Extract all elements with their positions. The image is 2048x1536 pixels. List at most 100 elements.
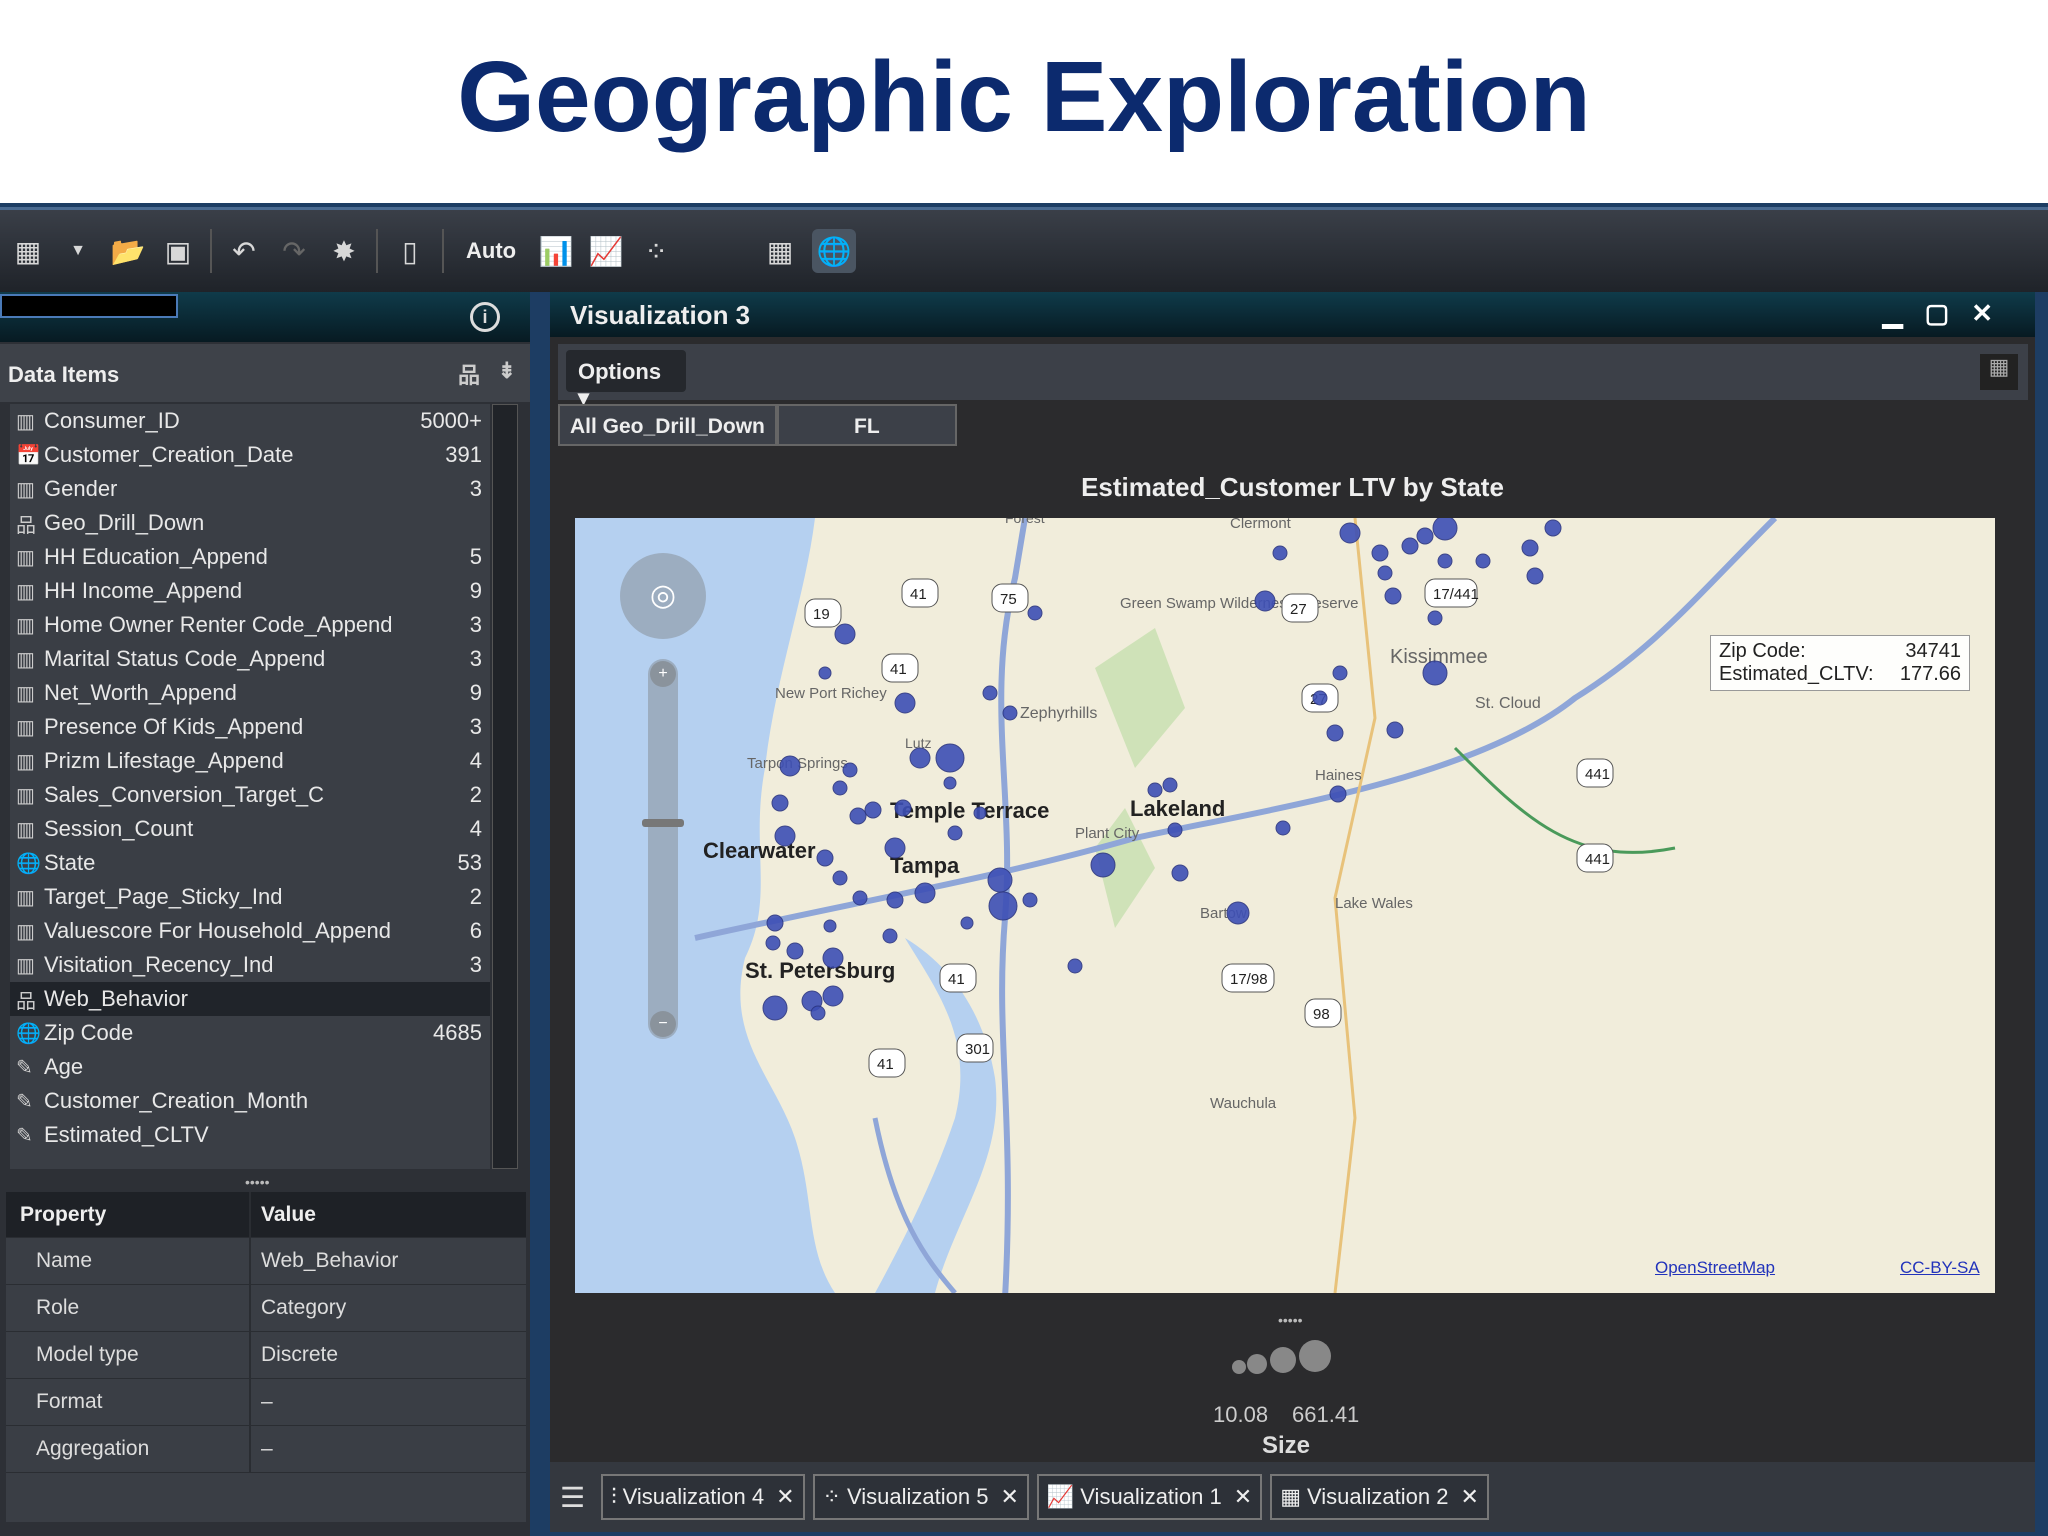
data-item[interactable]: ▥ HH Income_Append 9	[10, 574, 490, 608]
data-item[interactable]: ✎ Customer_Creation_Month	[10, 1084, 490, 1118]
tabs-menu-icon[interactable]: ☰	[560, 1481, 585, 1514]
data-bubble[interactable]	[810, 1005, 826, 1021]
data-bubble[interactable]	[762, 995, 788, 1021]
visualization-tab[interactable]: ⁘ Visualization 5 ✕	[812, 1474, 1029, 1520]
data-bubble[interactable]	[1162, 777, 1178, 793]
data-bubble[interactable]	[1427, 610, 1443, 626]
data-item[interactable]: ▥ Gender 3	[10, 472, 490, 506]
data-item[interactable]: ✎ Age	[10, 1050, 490, 1084]
data-bubble[interactable]	[935, 743, 965, 773]
auto-button[interactable]: Auto	[458, 238, 524, 264]
data-bubble[interactable]	[842, 762, 858, 778]
data-item[interactable]: ▥ Home Owner Renter Code_Append 3	[10, 608, 490, 642]
close-tab-icon[interactable]: ✕	[776, 1484, 794, 1510]
data-item[interactable]: 📅 Customer_Creation_Date 391	[10, 438, 490, 472]
data-bubble[interactable]	[818, 666, 832, 680]
data-item[interactable]: ▥ Marital Status Code_Append 3	[10, 642, 490, 676]
data-bubble[interactable]	[1422, 660, 1448, 686]
data-bubble[interactable]	[834, 623, 856, 645]
data-bubble[interactable]	[849, 807, 867, 825]
open-folder-icon[interactable]: 📂	[110, 233, 146, 269]
map[interactable]: Clearwater Tampa Temple Terrace Lakeland St.…	[575, 518, 1995, 1293]
data-item[interactable]: ▥ HH Education_Append 5	[10, 540, 490, 574]
data-bubble[interactable]	[973, 806, 987, 820]
data-item[interactable]: 🌐 State 53	[10, 846, 490, 880]
zoom-slider-handle[interactable]	[642, 819, 684, 827]
data-bubble[interactable]	[1377, 565, 1393, 581]
property-row[interactable]: Role Category	[6, 1285, 526, 1332]
license-link[interactable]: CC-BY-SA	[1900, 1258, 1980, 1278]
options-button[interactable]: Options ▾	[566, 350, 686, 410]
resize-grip[interactable]: •••••	[245, 1174, 270, 1190]
data-bubble[interactable]	[766, 914, 784, 932]
data-bubble[interactable]	[909, 747, 931, 769]
data-bubble[interactable]	[1384, 587, 1402, 605]
data-item[interactable]: 🌐 Zip Code 4685	[10, 1016, 490, 1050]
scatter-plot-icon[interactable]: ⁘	[638, 233, 674, 269]
data-item[interactable]: ▥ Net_Worth_Append 9	[10, 676, 490, 710]
breadcrumb-all-geo[interactable]: All Geo_Drill_Down	[558, 404, 777, 446]
data-bubble[interactable]	[960, 916, 974, 930]
data-item[interactable]: 品 Geo_Drill_Down	[10, 506, 490, 540]
data-bubble[interactable]	[765, 935, 781, 951]
openstreetmap-link[interactable]: OpenStreetMap	[1655, 1258, 1775, 1278]
data-item[interactable]: ▥ Sales_Conversion_Target_C 2	[10, 778, 490, 812]
data-bubble[interactable]	[1544, 519, 1562, 537]
data-item[interactable]: ▥ Prizm Lifestage_Append 4	[10, 744, 490, 778]
visualization-tab[interactable]: ⫶ Visualization 4 ✕	[601, 1474, 805, 1520]
close-tab-icon[interactable]: ✕	[1460, 1484, 1478, 1510]
property-row[interactable]: Aggregation –	[6, 1426, 526, 1473]
data-item[interactable]: ▥ Visitation_Recency_Ind 3	[10, 948, 490, 982]
data-bubble[interactable]	[987, 867, 1013, 893]
grid-view-icon[interactable]: ▦	[1980, 354, 2018, 390]
data-bubble[interactable]	[1401, 537, 1419, 555]
data-bubble[interactable]	[943, 776, 957, 790]
data-bubble[interactable]	[1371, 544, 1389, 562]
line-chart-icon[interactable]: 📈	[588, 233, 624, 269]
close-icon[interactable]: ✕	[1971, 298, 2015, 328]
data-item[interactable]: ▥ Presence Of Kids_Append 3	[10, 710, 490, 744]
data-item[interactable]: ▥ Consumer_ID 5000+	[10, 404, 490, 438]
save-icon[interactable]: ▣	[160, 233, 196, 269]
data-bubble[interactable]	[1332, 665, 1348, 681]
data-bubble[interactable]	[832, 870, 848, 886]
info-icon[interactable]: i	[470, 302, 500, 332]
data-bubble[interactable]	[816, 849, 834, 867]
pan-control-icon[interactable]: ◎	[620, 553, 706, 639]
data-bubble[interactable]	[1272, 545, 1288, 561]
data-bubble[interactable]	[1022, 892, 1038, 908]
data-bubble[interactable]	[1326, 724, 1344, 742]
settings-icon[interactable]: ✸	[326, 233, 362, 269]
data-bubble[interactable]	[786, 942, 804, 960]
data-bubble[interactable]	[1002, 705, 1018, 721]
data-bubble[interactable]	[1432, 518, 1458, 541]
data-item[interactable]: ▥ Session_Count 4	[10, 812, 490, 846]
data-bubble[interactable]	[982, 685, 998, 701]
data-item[interactable]: 品 Web_Behavior	[10, 982, 490, 1016]
geo-map-icon[interactable]: 🌐	[812, 229, 857, 273]
filter-menu-icon[interactable]: ⇟	[498, 358, 516, 384]
data-bubble[interactable]	[886, 891, 904, 909]
data-bubble[interactable]	[1329, 785, 1347, 803]
data-bubble[interactable]	[1090, 852, 1116, 878]
data-bubble[interactable]	[1167, 822, 1183, 838]
data-bubble[interactable]	[1475, 553, 1491, 569]
data-bubble[interactable]	[832, 780, 848, 796]
close-tab-icon[interactable]: ✕	[1234, 1484, 1252, 1510]
data-bubble[interactable]	[852, 890, 868, 906]
data-bubble[interactable]	[988, 891, 1018, 921]
data-bubble[interactable]	[822, 985, 844, 1007]
data-bubble[interactable]	[774, 825, 796, 847]
data-item[interactable]: ▥ Target_Page_Sticky_Ind 2	[10, 880, 490, 914]
new-menu-icon[interactable]: ▦	[10, 233, 46, 269]
dropdown-arrow-icon[interactable]: ▼	[60, 233, 96, 269]
minimize-icon[interactable]: ▁	[1883, 298, 1925, 328]
data-bubble[interactable]	[1416, 527, 1434, 545]
resize-grip[interactable]: •••••	[1278, 1312, 1303, 1328]
data-bubble[interactable]	[1521, 539, 1539, 557]
zoom-out-icon[interactable]: −	[650, 1011, 676, 1037]
data-bubble[interactable]	[882, 928, 898, 944]
scrollbar[interactable]	[492, 404, 518, 1169]
data-bubble[interactable]	[1312, 690, 1328, 706]
data-bubble[interactable]	[823, 919, 837, 933]
